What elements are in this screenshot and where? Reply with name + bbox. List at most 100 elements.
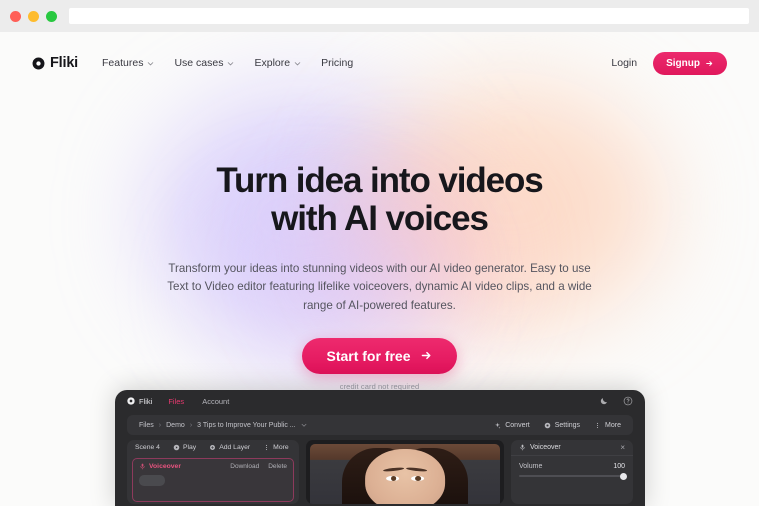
nav-item-features[interactable]: Features (102, 57, 154, 69)
kebab-icon (596, 422, 599, 428)
volume-value: 100 (613, 463, 625, 470)
eye-right (410, 475, 425, 482)
brand-name: Fliki (50, 55, 79, 71)
play-button[interactable]: Play (173, 444, 196, 451)
volume-slider-handle[interactable] (620, 472, 627, 480)
window-maximize-button[interactable] (46, 10, 57, 22)
breadcrumb-item-current[interactable]: 3 Tips to Improve Your Public ... (197, 422, 295, 429)
breadcrumb-item-files[interactable]: Files (139, 422, 154, 429)
breadcrumb-toolbar: Convert Settings More (494, 422, 621, 429)
screenshot-root: Fliki Features Use cases Explore Pricing… (0, 0, 759, 506)
properties-panel-label: Voiceover (530, 444, 561, 451)
app-brand-logo[interactable]: Fliki (127, 397, 152, 406)
site-navbar: Fliki Features Use cases Explore Pricing… (0, 32, 759, 94)
address-bar[interactable] (69, 8, 749, 24)
arrow-right-icon (706, 60, 713, 66)
dark-mode-icon[interactable] (599, 396, 609, 406)
login-link[interactable]: Login (611, 57, 637, 69)
app-topbar: Fliki Files Account (115, 390, 645, 412)
gear-icon (544, 422, 551, 428)
hero-section: Turn idea into videos with AI voices Tra… (0, 94, 759, 391)
scene-toolbar: Scene 4 Play Add Layer More (127, 440, 299, 455)
convert-label: Convert (505, 421, 530, 429)
eyebrow-right (405, 466, 427, 472)
properties-panel-title: Voiceover (519, 444, 561, 451)
app-screenshot-mockup: Fliki Files Account Files › Demo › 3 Tip… (115, 390, 645, 506)
help-icon[interactable] (623, 396, 633, 406)
delete-link[interactable]: Delete (268, 463, 287, 470)
sparkle-icon (495, 422, 501, 429)
voiceover-layer-actions: Download Delete (230, 463, 287, 470)
start-for-free-button[interactable]: Start for free (302, 337, 457, 374)
breadcrumb-separator: › (189, 421, 193, 429)
breadcrumb-separator: › (158, 421, 162, 429)
play-label: Play (182, 444, 197, 451)
voice-selector-chip[interactable] (139, 475, 165, 486)
web-page: Fliki Features Use cases Explore Pricing… (0, 32, 759, 506)
close-icon[interactable]: × (620, 443, 625, 452)
settings-label: Settings (554, 421, 581, 429)
arrow-right-icon (421, 352, 430, 360)
start-for-free-label: Start for free (326, 347, 411, 364)
scene-more-button[interactable]: More (263, 444, 289, 451)
subject-face (365, 448, 445, 504)
chevron-down-icon[interactable] (301, 422, 307, 428)
iris-right (415, 476, 422, 481)
more-button[interactable]: More (594, 422, 621, 429)
add-layer-label: Add Layer (219, 444, 251, 451)
traffic-lights (10, 10, 57, 22)
chevron-down-icon (228, 61, 234, 66)
voiceover-properties-panel: Voiceover × Volume 100 (511, 440, 633, 504)
scene-more-label: More (273, 444, 289, 451)
breadcrumb-bar: Files › Demo › 3 Tips to Improve Your Pu… (127, 415, 633, 435)
hero-title-line-1: Turn idea into videos (216, 161, 543, 200)
hero-title-line-2: with AI voices (271, 198, 489, 238)
voiceover-layer-label: Voiceover (149, 463, 181, 470)
volume-slider[interactable] (519, 472, 627, 480)
nav-item-use-cases[interactable]: Use cases (174, 57, 234, 69)
iris-left (390, 476, 397, 481)
eyebrow-left (383, 466, 405, 472)
chevron-down-icon (294, 61, 301, 66)
app-tab-account[interactable]: Account (202, 397, 229, 406)
nav-item-explore-label: Explore (254, 57, 291, 69)
properties-panel-header: Voiceover × (511, 440, 633, 456)
window-close-button[interactable] (10, 10, 21, 22)
app-topbar-actions (599, 396, 633, 406)
microphone-icon (140, 463, 145, 470)
signup-button[interactable]: Signup (653, 51, 727, 75)
add-layer-button[interactable]: Add Layer (209, 444, 250, 451)
app-tab-files[interactable]: Files (168, 397, 184, 406)
convert-button[interactable]: Convert (494, 422, 530, 429)
nav-item-explore[interactable]: Explore (254, 57, 301, 69)
navbar-actions: Login Signup (611, 51, 727, 75)
page-title: Turn idea into videos with AI voices (0, 94, 759, 238)
breadcrumb-item-demo[interactable]: Demo (166, 422, 185, 429)
voiceover-layer-header: Voiceover Download Delete (139, 463, 287, 470)
nav-item-pricing[interactable]: Pricing (321, 57, 353, 69)
voiceover-layer-title: Voiceover (139, 463, 181, 470)
eye-left (385, 475, 400, 482)
nav-item-features-label: Features (102, 57, 144, 69)
scene-label: Scene 4 (135, 444, 160, 451)
more-label: More (605, 421, 621, 429)
chevron-down-icon (148, 61, 154, 66)
browser-chrome (0, 0, 759, 32)
scene-panel: Scene 4 Play Add Layer More Voiceover Do… (127, 440, 299, 504)
hero-cta-group: Start for free credit card not required (0, 337, 759, 391)
window-minimize-button[interactable] (28, 10, 39, 22)
volume-label: Volume (519, 463, 543, 470)
nav-item-pricing-label: Pricing (321, 57, 354, 69)
app-editor-body: Scene 4 Play Add Layer More Voiceover Do… (127, 440, 633, 504)
hero-subtitle: Transform your ideas into stunning video… (167, 261, 592, 313)
voiceover-layer-card[interactable]: Voiceover Download Delete (132, 458, 294, 502)
add-layer-icon (210, 445, 216, 450)
volume-row: Volume 100 (511, 456, 633, 470)
settings-button[interactable]: Settings (544, 422, 580, 429)
video-preview-frame (310, 444, 500, 504)
download-link[interactable]: Download (230, 463, 259, 470)
nav-item-use-cases-label: Use cases (174, 57, 224, 69)
video-preview-panel[interactable] (306, 440, 504, 504)
nav-links: Features Use cases Explore Pricing (102, 57, 353, 69)
brand-logo[interactable]: Fliki (32, 55, 78, 71)
